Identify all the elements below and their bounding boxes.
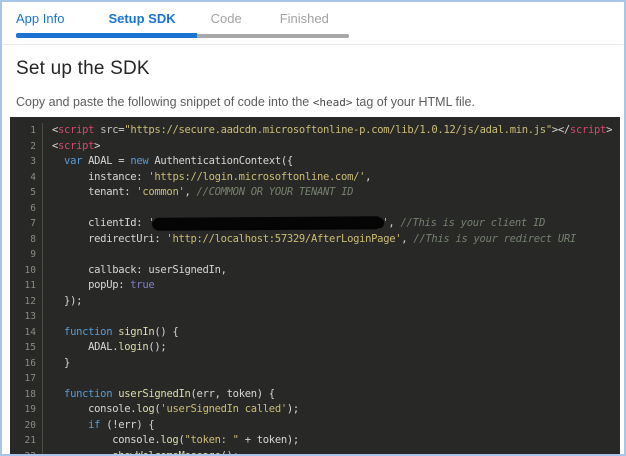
code-line: 6 bbox=[10, 200, 620, 216]
line-number: 1 bbox=[30, 125, 36, 136]
wizard-progress-bar bbox=[16, 33, 624, 38]
instruction-text: Copy and paste the following snippet of … bbox=[16, 95, 610, 109]
line-number: 5 bbox=[30, 187, 36, 198]
tab-code[interactable]: Code bbox=[211, 11, 242, 26]
line-number: 14 bbox=[24, 326, 36, 338]
wizard-window: App Info Setup SDK Code Finished Set up … bbox=[0, 0, 626, 456]
head-tag-inline-code: <head> bbox=[312, 96, 353, 109]
tab-app-info[interactable]: App Info bbox=[16, 11, 64, 26]
code-line: 17 bbox=[10, 371, 620, 387]
tab-setup-sdk[interactable]: Setup SDK bbox=[108, 11, 175, 26]
code-line: 18 function userSignedIn(err, token) { bbox=[10, 386, 620, 402]
code-line: 20 if (!err) { bbox=[10, 417, 620, 433]
progress-bar-complete bbox=[16, 33, 197, 38]
code-line: 14 function signIn() { bbox=[10, 324, 620, 340]
line-number: 7 bbox=[30, 218, 36, 229]
line-number: 11 bbox=[24, 280, 36, 291]
line-number: 8 bbox=[30, 233, 36, 245]
code-line: 10 callback: userSignedIn, bbox=[10, 262, 620, 278]
code-line: 1 <script src="https://secure.aadcdn.micr… bbox=[10, 123, 620, 139]
code-line: 9 bbox=[10, 247, 620, 263]
line-number: 15 bbox=[24, 342, 36, 353]
line-number: 10 bbox=[24, 264, 36, 276]
code-line: 11 popUp: true bbox=[10, 278, 620, 294]
line-number: 20 bbox=[24, 419, 36, 431]
code-line: 12 }); bbox=[10, 293, 620, 309]
line-number: 13 bbox=[24, 311, 36, 322]
code-editor[interactable]: 1 <script src="https://secure.aadcdn.micr… bbox=[10, 117, 620, 454]
wizard-tab-strip: App Info Setup SDK Code Finished bbox=[2, 2, 624, 45]
line-number: 2 bbox=[30, 140, 36, 152]
line-number: 19 bbox=[24, 404, 36, 415]
line-number: 17 bbox=[24, 373, 36, 384]
line-number: 4 bbox=[30, 171, 36, 183]
code-line: 16 } bbox=[10, 355, 620, 371]
code-line: 21 console.log("token: " + token); bbox=[10, 433, 620, 449]
line-number: 3 bbox=[30, 156, 36, 167]
code-line: 19 console.log('userSignedIn called'); bbox=[10, 402, 620, 418]
tab-finished[interactable]: Finished bbox=[280, 11, 329, 26]
line-number: 18 bbox=[24, 388, 36, 400]
code-line: 4 instance: 'https://login.microsoftonli… bbox=[10, 169, 620, 185]
page-title: Set up the SDK bbox=[16, 58, 150, 79]
instruction-before: Copy and paste the following snippet of … bbox=[16, 95, 313, 109]
code-line: 13 bbox=[10, 309, 620, 325]
line-number: 21 bbox=[24, 435, 36, 446]
code-line: 8 redirectUri: 'http://localhost:57329/A… bbox=[10, 231, 620, 247]
progress-bar-remaining bbox=[197, 33, 349, 38]
code-line: 15 ADAL.login(); bbox=[10, 340, 620, 356]
instruction-after: tag of your HTML file. bbox=[352, 95, 475, 109]
code-line: 3 var ADAL = new AuthenticationContext({ bbox=[10, 154, 620, 170]
line-number: 9 bbox=[30, 249, 36, 260]
code-line: 5 tenant: 'common', //COMMON OR YOUR TEN… bbox=[10, 185, 620, 201]
code-line: 2 <script> bbox=[10, 138, 620, 154]
redacted-client-id bbox=[154, 216, 383, 229]
line-number: 6 bbox=[30, 202, 36, 214]
code-line: 22 showWelcomeMessage(); bbox=[10, 448, 620, 455]
code-line: 7 clientId: ' ', //This is your client ID bbox=[10, 216, 620, 232]
line-number: 12 bbox=[24, 295, 36, 307]
line-number: 16 bbox=[24, 357, 36, 369]
line-number: 22 bbox=[10, 449, 36, 455]
